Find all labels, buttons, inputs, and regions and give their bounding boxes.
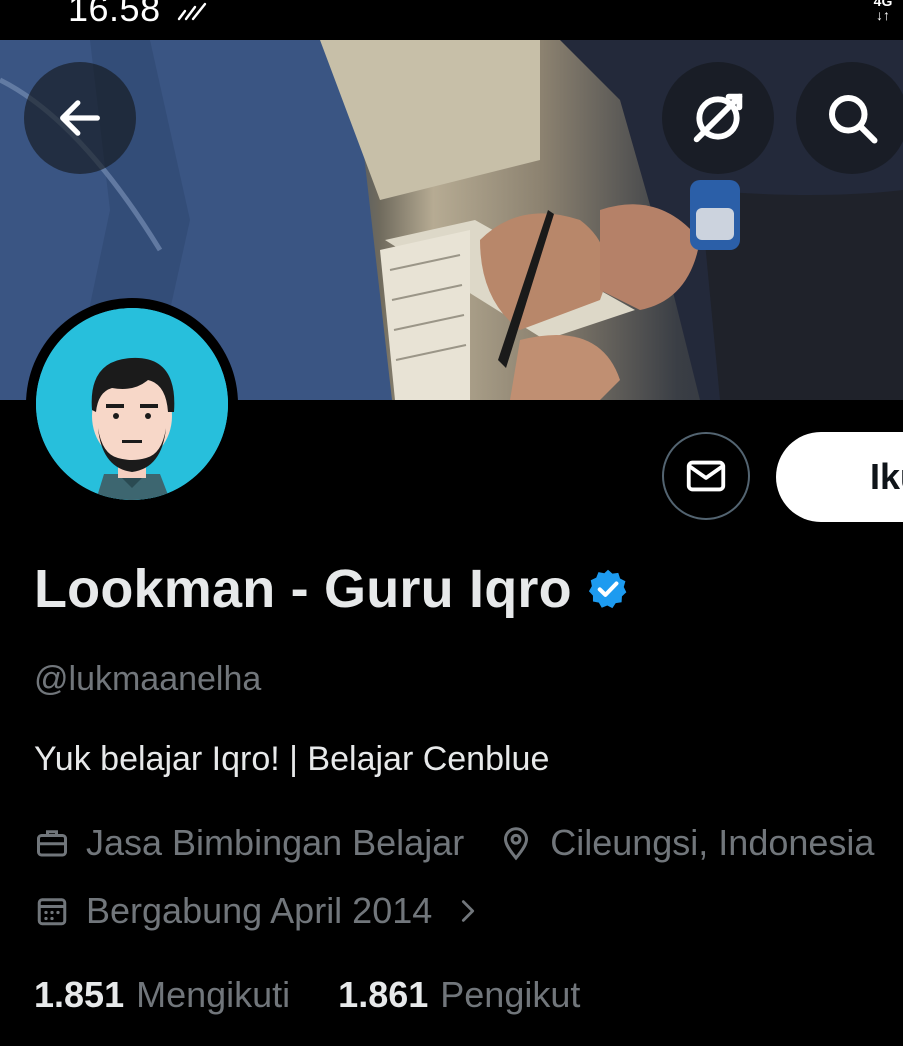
following-count: 1.851 [34, 974, 125, 1015]
followers-label: Pengikut [440, 974, 581, 1015]
briefcase-icon [37, 830, 67, 857]
follow-button[interactable]: Ikuti [776, 432, 903, 522]
translate-button[interactable] [662, 62, 774, 174]
profile-joined-date: Bergabung April 2014 [86, 890, 433, 931]
profile-location: Cileungsi, Indonesia [550, 822, 875, 863]
profile-handle: @lukmaanelha [34, 660, 262, 698]
status-time: 16.58 [68, 0, 161, 29]
arrow-left-icon [60, 100, 100, 136]
network-indicator: 4G ↓↑ [869, 0, 897, 22]
profile-screen: 16.58 4G ↓↑ Ik Lookman - Guru Iqro @lukm… [0, 0, 903, 1046]
verified-badge-icon[interactable] [586, 567, 630, 611]
profile-joined-row[interactable]: Bergabung April 2014 [34, 890, 482, 932]
data-activity-icon [177, 2, 207, 21]
avatar-image [36, 308, 228, 500]
followers-count: 1.861 [338, 974, 429, 1015]
message-button[interactable] [662, 432, 750, 520]
display-name: Lookman - Guru Iqro [34, 559, 572, 619]
calendar-icon [37, 898, 67, 926]
following-label: Mengikuti [136, 974, 291, 1015]
follow-button-label: Ikuti [870, 456, 903, 497]
status-bar: 16.58 4G ↓↑ [0, 0, 903, 40]
translate-icon [693, 93, 743, 143]
search-button[interactable] [796, 62, 903, 174]
envelope-icon [686, 460, 726, 492]
profile-bio: Yuk belajar Iqro! | Belajar Cenblue [34, 740, 550, 778]
profile-meta-row: Jasa Bimbingan Belajar Cileungsi, Indone… [34, 822, 874, 864]
profile-avatar[interactable] [26, 298, 238, 510]
search-icon [829, 95, 878, 144]
profile-category: Jasa Bimbingan Belajar [86, 822, 465, 863]
display-name-row: Lookman - Guru Iqro [34, 558, 630, 620]
back-button[interactable] [24, 62, 136, 174]
network-arrows-icon: ↓↑ [876, 7, 890, 23]
chevron-right-icon [462, 900, 475, 922]
follow-stats: 1.851 Mengikuti 1.861 Pengikut [34, 974, 580, 1016]
followers-stat[interactable]: 1.861 Pengikut [338, 974, 580, 1016]
avatar-illustration [36, 308, 228, 500]
location-pin-icon [504, 827, 529, 861]
following-stat[interactable]: 1.851 Mengikuti [34, 974, 290, 1016]
